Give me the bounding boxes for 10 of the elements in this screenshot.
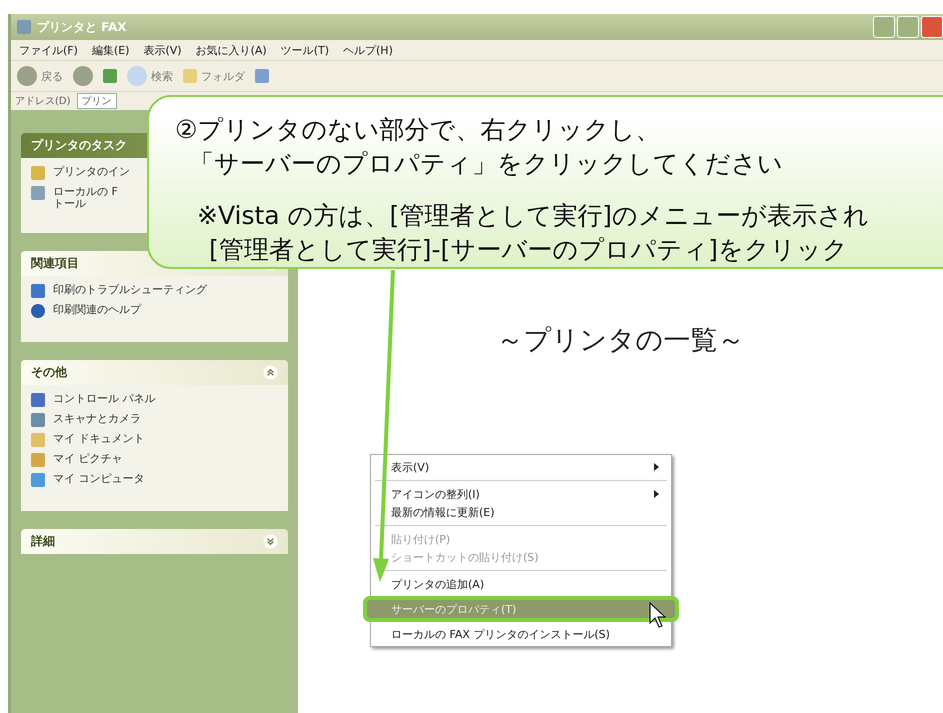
address-label: アドレス(D): [15, 95, 71, 108]
section-title: プリンタのタスク: [31, 137, 127, 154]
content-heading: ～プリンタの一覧～: [496, 324, 744, 358]
tooltip-text: 「サーバーのプロパティ」をクリックしてください: [188, 148, 783, 180]
tooltip-text: ②プリンタのない部分で、右クリックし、: [175, 114, 660, 146]
section-title: 関連項目: [31, 255, 79, 272]
section-title: 詳細: [31, 533, 55, 550]
tooltip-text: ※Vista の方は、[管理者として実行]のメニューが表示され: [196, 200, 870, 232]
window-title: プリンタと FAX: [37, 18, 127, 36]
section-title: その他: [31, 364, 67, 382]
